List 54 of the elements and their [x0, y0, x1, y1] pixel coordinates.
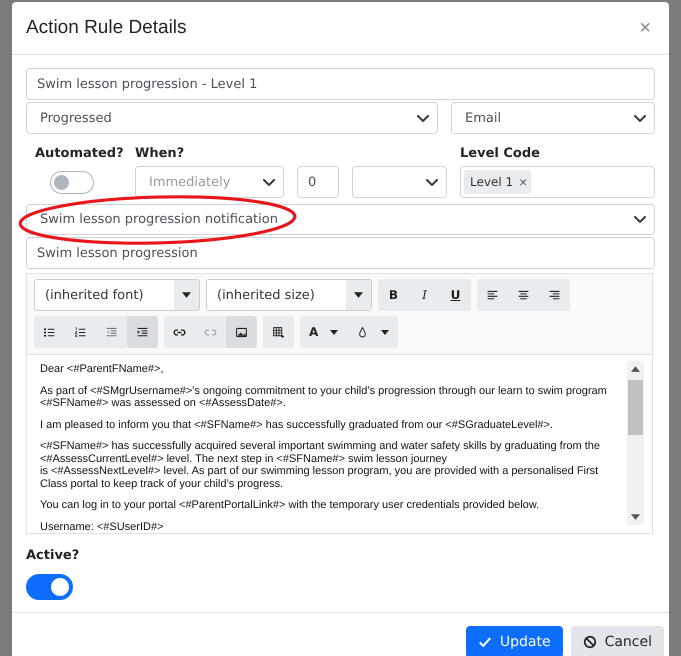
paragraph: <#SFName#> has successfully acquired several important swimming and water safety skills by graduating from the <#AssessCurrentLevel#> level. The next step in <#SFName#> swim lesson journey is <#AssessNextLevel#> level. As part of our swimming lesson program, you are provided with a personalised First Class portal to keep track of your child’s progress.	[40, 440, 602, 490]
caret-down-icon	[182, 292, 191, 298]
select-field[interactable]	[352, 166, 447, 198]
paragraph: Dear <#ParentFName#>,	[40, 363, 165, 376]
chevron-down-icon	[634, 114, 646, 122]
dropdown[interactable]: (inherited font)	[34, 279, 200, 311]
chevron-down-icon	[634, 216, 646, 223]
paragraph: I am pleased to inform you that <#SFName#> has successfully graduated from our <#SGraduateLevel#>.	[40, 418, 554, 431]
scroll-up-icon[interactable]	[631, 366, 640, 372]
caret-down-icon	[381, 330, 390, 334]
cancel-button[interactable]: Cancel	[570, 626, 664, 656]
dropdown[interactable]: (inherited size)	[206, 279, 372, 311]
select-field[interactable]: Progressed	[26, 102, 438, 134]
scroll-thumb[interactable]	[628, 380, 643, 435]
dialog-title: Action Rule Details	[26, 17, 187, 39]
bullet-list-icon	[43, 326, 56, 338]
field-label: Automated?	[34, 144, 122, 162]
toggle-switch[interactable]	[26, 574, 73, 600]
chevron-down-icon	[263, 178, 275, 186]
scroll-down-icon[interactable]	[631, 514, 640, 520]
field-label: When?	[135, 144, 186, 162]
chevron-down-icon	[417, 114, 429, 122]
tag-field[interactable]: Level 1 ×	[460, 166, 655, 198]
chevron-down-icon	[426, 178, 438, 186]
outdent-icon	[105, 326, 118, 338]
update-button[interactable]: Update	[466, 626, 563, 656]
paragraph: You can log in to your portal <#ParentPortalLink#> with the temporary user credentials provided below.	[40, 499, 540, 512]
field-label: Level Code	[460, 144, 541, 162]
align-left-icon	[486, 288, 499, 302]
align-right-icon	[548, 288, 561, 302]
scrollbar[interactable]	[627, 361, 644, 525]
caret-down-icon	[354, 292, 363, 298]
toggle-switch[interactable]	[50, 171, 94, 194]
ban-icon	[582, 635, 597, 649]
indent-button[interactable]	[127, 316, 158, 348]
caret-down-icon	[330, 330, 338, 334]
tag-label: Level 1	[470, 175, 514, 189]
check-icon	[478, 635, 492, 649]
numbered-list-icon	[74, 326, 87, 338]
paragraph: Username: <#SUserID#>	[40, 520, 164, 533]
select-field[interactable]: Swim lesson progression notification	[26, 204, 655, 235]
field-label: Active?	[26, 546, 80, 564]
image-button[interactable]	[226, 316, 257, 348]
remove-tag-button[interactable]: ×	[519, 174, 528, 190]
name-field[interactable]: Swim lesson progression - Level 1	[26, 68, 655, 100]
number-field[interactable]: 0	[297, 166, 339, 198]
image-icon	[235, 326, 248, 338]
table-icon	[272, 326, 285, 338]
subject-field[interactable]: Swim lesson progression	[26, 237, 655, 269]
align-center-icon	[517, 288, 530, 302]
close-button[interactable]: ×	[635, 16, 655, 40]
paragraph: As part of <#SMgrUsername#>'s ongoing commitment to your child’s progression through our learn to swim program <#SFName#> was assessed on <#AssessDate#>.	[40, 384, 608, 410]
indent-icon	[136, 326, 149, 338]
select-field[interactable]: Email	[451, 102, 655, 134]
